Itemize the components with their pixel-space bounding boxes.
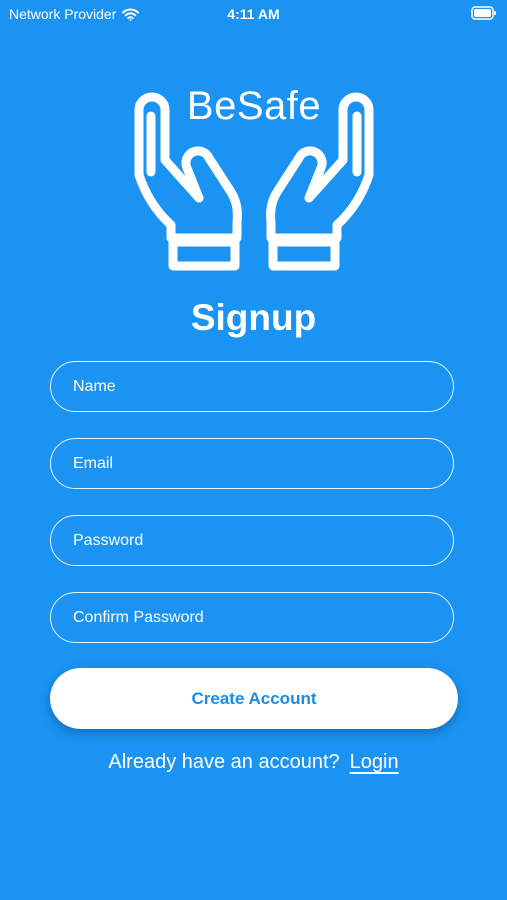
page-title: Signup <box>190 297 317 338</box>
login-link[interactable]: Login <box>350 751 399 773</box>
login-prompt: Already have an account? Login <box>0 750 507 774</box>
status-bar: Network Provider 4:11 AM <box>0 0 507 28</box>
confirm-password-input[interactable] <box>73 608 453 627</box>
confirm-password-field[interactable] <box>50 592 454 643</box>
status-time: 4:11 AM <box>227 6 280 22</box>
besafe-logo: BeSafe <box>129 80 379 280</box>
name-input[interactable] <box>73 377 453 396</box>
name-field[interactable] <box>50 361 454 412</box>
email-field[interactable] <box>50 438 454 489</box>
email-input[interactable] <box>73 454 453 473</box>
create-account-button[interactable]: Create Account <box>50 668 458 729</box>
password-field[interactable] <box>50 515 454 566</box>
login-prompt-text: Already have an account? <box>108 751 340 773</box>
password-input[interactable] <box>73 531 453 550</box>
logo-text: BeSafe <box>186 84 322 128</box>
battery-icon <box>471 6 497 25</box>
